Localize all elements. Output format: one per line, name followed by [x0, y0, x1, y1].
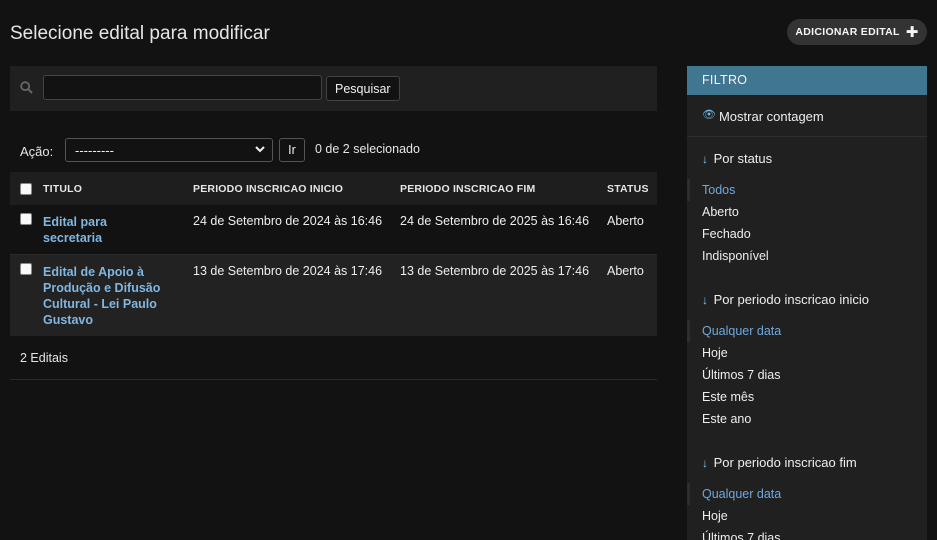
show-count-link[interactable]: 👁 Mostrar contagem — [687, 95, 927, 137]
fim-cell: 13 de Setembro de 2025 às 17:46 — [400, 254, 607, 336]
filter-option-qualquer-data[interactable]: Qualquer data — [687, 483, 927, 505]
filter-option-indisponivel[interactable]: Indisponível — [687, 245, 927, 267]
edital-title-link[interactable]: Edital para secretaria — [43, 214, 185, 246]
filter-section-label: Por periodo inscricao inicio — [713, 292, 869, 307]
filter-section-inicio: ↓ Por periodo inscricao inicio Qualquer … — [687, 278, 927, 441]
filter-section-fim: ↓ Por periodo inscricao fim Qualquer dat… — [687, 441, 927, 540]
filter-option-hoje[interactable]: Hoje — [687, 505, 927, 527]
filter-option-aberto[interactable]: Aberto — [687, 201, 927, 223]
table-header-row: TITULO PERIODO INSCRICAO INICIO PERIODO … — [10, 172, 657, 205]
filter-option-qualquer-data[interactable]: Qualquer data — [687, 320, 927, 342]
title-line: Edital de Apoio à — [43, 264, 144, 279]
show-count-label: Mostrar contagem — [718, 109, 824, 124]
title-line: Gustavo — [43, 312, 94, 327]
select-all-checkbox[interactable] — [20, 182, 32, 195]
filter-option-ultimos-7-dias[interactable]: Últimos 7 dias — [687, 364, 927, 386]
status-cell: Aberto — [607, 254, 657, 336]
add-edital-button[interactable]: ADICIONAR EDITAL ✚ — [787, 19, 927, 45]
eye-icon: 👁 — [702, 109, 716, 121]
filter-option-ultimos-7-dias[interactable]: Últimos 7 dias — [687, 527, 927, 540]
arrow-down-icon: ↓ — [702, 293, 708, 307]
search-icon — [20, 81, 33, 97]
row-checkbox[interactable] — [20, 213, 32, 225]
filter-option-este-ano[interactable]: Este ano — [687, 408, 927, 430]
paginator: 2 Editais — [10, 337, 657, 380]
arrow-down-icon: ↓ — [702, 152, 708, 166]
title-line: Edital para — [43, 215, 107, 229]
selection-counter: 0 de 2 selecionado — [315, 142, 420, 156]
title-line: Cultural - Lei Paulo — [43, 296, 157, 311]
row-checkbox[interactable] — [20, 262, 32, 275]
search-button[interactable]: Pesquisar — [326, 76, 400, 101]
action-label: Ação: — [20, 144, 54, 159]
filter-option-fechado[interactable]: Fechado — [687, 223, 927, 245]
status-cell: Aberto — [607, 205, 657, 255]
column-header-fim[interactable]: PERIODO INSCRICAO FIM — [400, 172, 607, 205]
filter-section-status: ↓ Por status Todos Aberto Fechado Indisp… — [687, 137, 927, 278]
title-line: Produção e Difusão — [43, 280, 161, 295]
arrow-down-icon: ↓ — [702, 456, 708, 470]
inicio-cell: 24 de Setembro de 2024 às 16:46 — [193, 205, 400, 255]
filter-option-todos[interactable]: Todos — [687, 179, 927, 201]
chevron-down-icon — [254, 143, 266, 158]
result-count: 2 Editais — [20, 351, 68, 365]
table-row: Edital para secretaria 24 de Setembro de… — [10, 205, 657, 255]
filter-option-este-mes[interactable]: Este mês — [687, 386, 927, 408]
filter-sidebar: FILTRO 👁 Mostrar contagem ↓ Por status T… — [687, 66, 927, 540]
filter-section-label: Por periodo inscricao fim — [713, 455, 857, 470]
page-title: Selecione edital para modificar — [10, 23, 270, 44]
action-select[interactable]: --------- — [65, 138, 273, 162]
table-row: Edital de Apoio à Produção e Difusão Cul… — [10, 254, 657, 336]
filter-option-hoje[interactable]: Hoje — [687, 342, 927, 364]
add-edital-label: ADICIONAR EDITAL — [795, 26, 900, 38]
filter-section-title[interactable]: ↓ Por status — [687, 137, 927, 179]
filter-section-label: Por status — [713, 151, 773, 166]
plus-icon: ✚ — [905, 23, 919, 41]
go-button[interactable]: Ir — [279, 138, 305, 162]
inicio-cell: 13 de Setembro de 2024 às 17:46 — [193, 254, 400, 336]
search-toolbar: Pesquisar — [10, 66, 657, 111]
action-select-value: --------- — [75, 142, 114, 158]
title-line: secretaria — [43, 231, 103, 245]
search-input[interactable] — [43, 75, 322, 100]
fim-cell: 24 de Setembro de 2025 às 16:46 — [400, 205, 607, 255]
edital-title-link[interactable]: Edital de Apoio à Produção e Difusão Cul… — [43, 264, 185, 328]
filter-section-title[interactable]: ↓ Por periodo inscricao fim — [687, 441, 927, 483]
filter-title: FILTRO — [687, 66, 927, 95]
column-header-titulo[interactable]: TITULO — [43, 172, 193, 205]
column-header-status[interactable]: STATUS — [607, 172, 657, 205]
column-header-inicio[interactable]: PERIODO INSCRICAO INICIO — [193, 172, 400, 205]
filter-section-title[interactable]: ↓ Por periodo inscricao inicio — [687, 278, 927, 320]
results-table: TITULO PERIODO INSCRICAO INICIO PERIODO … — [10, 172, 657, 336]
